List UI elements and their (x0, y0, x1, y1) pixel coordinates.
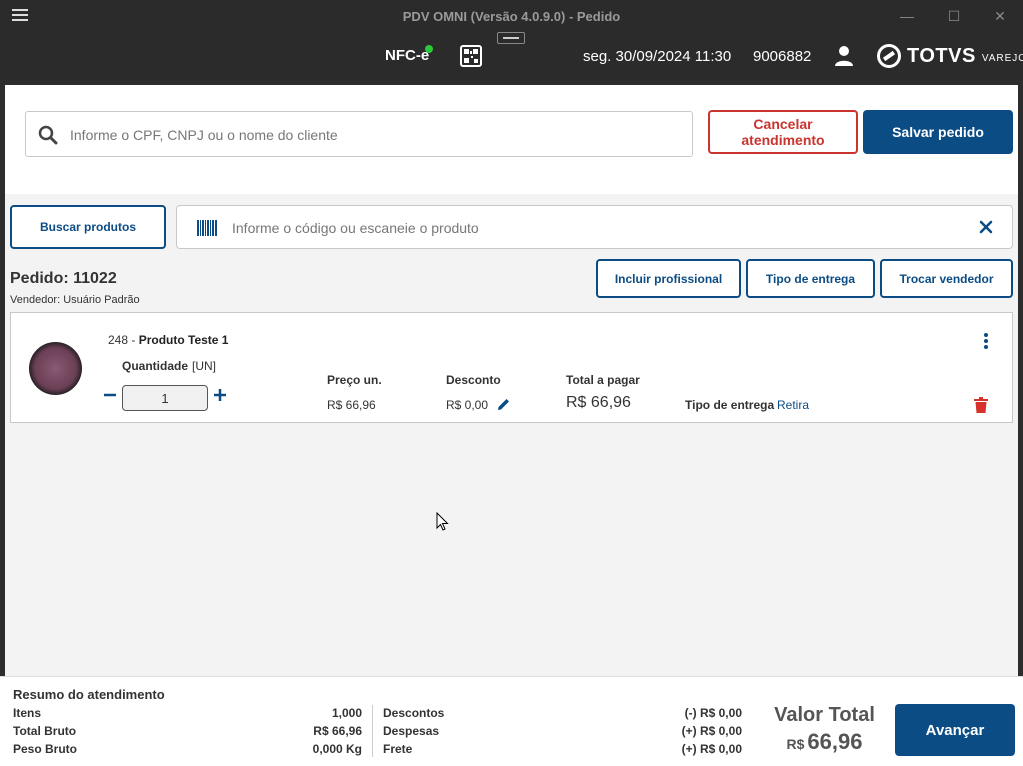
delivery-type-link[interactable]: Retira (777, 398, 809, 412)
user-icon[interactable] (834, 45, 854, 67)
summary-gross-total-value: R$ 66,96 (313, 724, 362, 738)
advance-button[interactable]: Avançar (895, 704, 1015, 756)
client-card: Cancelar atendimento Salvar pedido (5, 85, 1018, 194)
quantity-label: Quantidade [UN] (122, 359, 217, 373)
operator-id: 9006882 (753, 48, 812, 65)
discount-value: R$ 0,00 (446, 398, 489, 412)
order-title: Pedido: 11022 (10, 270, 117, 287)
client-search-box[interactable] (25, 111, 693, 157)
total-value-amount: R$ 66,96 (762, 729, 887, 755)
summary-expenses-label: Despesas (383, 724, 440, 738)
summary-divider (372, 705, 373, 757)
delivery-type-label: Tipo de entrega (685, 398, 775, 412)
total-to-pay-value: R$ 66,96 (566, 394, 631, 411)
clear-icon[interactable] (978, 219, 994, 235)
cash-drawer-icon[interactable] (497, 32, 525, 44)
summary-expenses-value: (+) R$ 0,00 (681, 724, 742, 738)
more-options-icon[interactable] (983, 333, 989, 349)
product-search-box[interactable] (176, 205, 1013, 249)
minimize-button[interactable]: — (896, 6, 918, 26)
totvs-logo-icon (877, 44, 901, 68)
qr-code-icon[interactable] (460, 45, 482, 67)
total-value-number: 66,96 (807, 729, 863, 754)
save-order-button[interactable]: Salvar pedido (863, 110, 1013, 154)
close-window-button[interactable]: ✕ (989, 6, 1011, 26)
discount-label: Desconto (446, 373, 501, 387)
fiscal-mode-label: NFC-e (385, 47, 430, 64)
summary-items-label: Itens (13, 706, 42, 720)
online-status-dot (425, 45, 433, 53)
edit-discount-icon[interactable] (496, 397, 511, 412)
summary-freight-value: (+) R$ 0,00 (681, 742, 742, 756)
unit-price-label: Preço un. (327, 373, 382, 387)
product-title: 248 - Produto Teste 1 (108, 333, 228, 347)
title-bar: PDV OMNI (Versão 4.0.9.0) - Pedido — ☐ ✕… (0, 0, 1023, 80)
maximize-button[interactable]: ☐ (943, 6, 965, 26)
total-value-label: Valor Total (774, 704, 875, 726)
quantity-input[interactable] (122, 385, 208, 411)
product-code: 248 - (108, 333, 139, 347)
product-thumbnail (29, 342, 82, 395)
include-professional-button[interactable]: Incluir profissional (596, 259, 741, 298)
change-seller-button[interactable]: Trocar vendedor (880, 259, 1013, 298)
datetime: seg. 30/09/2024 11:30 (583, 48, 732, 65)
product-name: Produto Teste 1 (138, 333, 229, 347)
main-panel: Cancelar atendimento Salvar pedido Busca… (5, 85, 1018, 766)
summary-discounts-label: Descontos (383, 706, 445, 720)
summary-items-value: 1,000 (331, 706, 362, 720)
summary-discounts-value: (-) R$ 0,00 (684, 706, 742, 720)
summary-gross-weight-label: Peso Bruto (13, 742, 78, 756)
quantity-unit: [UN] (192, 359, 217, 373)
total-to-pay-label: Total a pagar (566, 373, 640, 387)
service-summary: Resumo do atendimento Itens 1,000 Total … (0, 676, 1023, 766)
summary-gross-weight-value: 0,000 Kg (312, 742, 362, 756)
delivery-type-button[interactable]: Tipo de entrega (746, 259, 875, 298)
totvs-logo: TOTVS VAREJO (877, 44, 1023, 68)
increase-quantity-button[interactable] (213, 388, 227, 402)
decrease-quantity-button[interactable] (103, 388, 117, 402)
cancel-service-button[interactable]: Cancelar atendimento (708, 110, 858, 154)
total-currency: R$ (786, 736, 805, 752)
mouse-cursor-icon (436, 511, 450, 532)
unit-price-value: R$ 66,96 (327, 398, 376, 412)
window-title: PDV OMNI (Versão 4.0.9.0) - Pedido (402, 9, 621, 24)
search-icon (38, 125, 58, 150)
client-search-input[interactable] (70, 120, 670, 150)
delete-item-icon[interactable] (974, 397, 988, 413)
summary-gross-total-label: Total Bruto (13, 724, 77, 738)
order-item-card: 248 - Produto Teste 1 Quantidade[UN] Pre… (10, 312, 1013, 423)
order-seller: Vendedor: Usuário Padrão (10, 294, 140, 306)
summary-freight-label: Frete (383, 742, 413, 756)
summary-title: Resumo do atendimento (13, 687, 165, 702)
product-search-input[interactable] (232, 214, 962, 242)
search-products-button[interactable]: Buscar produtos (10, 205, 166, 249)
barcode-icon (197, 220, 217, 236)
